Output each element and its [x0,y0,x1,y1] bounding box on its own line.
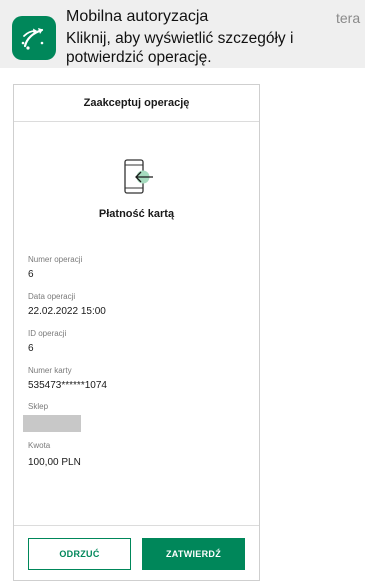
operation-id-label: ID operacji [28,329,67,338]
amount-label: Kwota [28,441,51,450]
screen-title: Zaakceptuj operację [83,97,190,109]
action-footer: ODRZUĆ ZATWIERDŹ [14,525,259,580]
notification-title: Mobilna autoryzacja [66,8,209,25]
notification-banner[interactable]: Mobilna autoryzacja tera Kliknij, aby wy… [0,0,365,68]
reject-button[interactable]: ODRZUĆ [28,538,131,570]
card-number-value: 535473******1074 [28,380,107,391]
phone-payment-icon [122,159,156,200]
shop-label: Sklep [28,402,49,411]
card-number-label: Numer karty [28,366,72,375]
operation-date-value: 22.02.2022 15:00 [28,306,106,317]
shop-value-redacted [23,415,81,432]
notification-time: tera [336,10,361,26]
operation-number-value: 6 [28,269,34,280]
amount-value: 100,00 PLN [28,457,81,468]
operation-date-label: Data operacji [28,292,76,301]
operation-id-value: 6 [28,343,34,354]
notification-body: Kliknij, aby wyświetlić szczegóły i potw… [66,30,294,66]
operation-number-label: Numer operacji [28,255,83,264]
payment-title: Płatność kartą [98,208,175,220]
bnp-paribas-logo-icon [12,16,56,60]
accept-button[interactable]: ZATWIERDŹ [142,538,245,570]
authorization-screen: Zaakceptuj operację Płatność kartą Numer… [13,84,260,581]
screen-header: Zaakceptuj operację [14,85,259,122]
